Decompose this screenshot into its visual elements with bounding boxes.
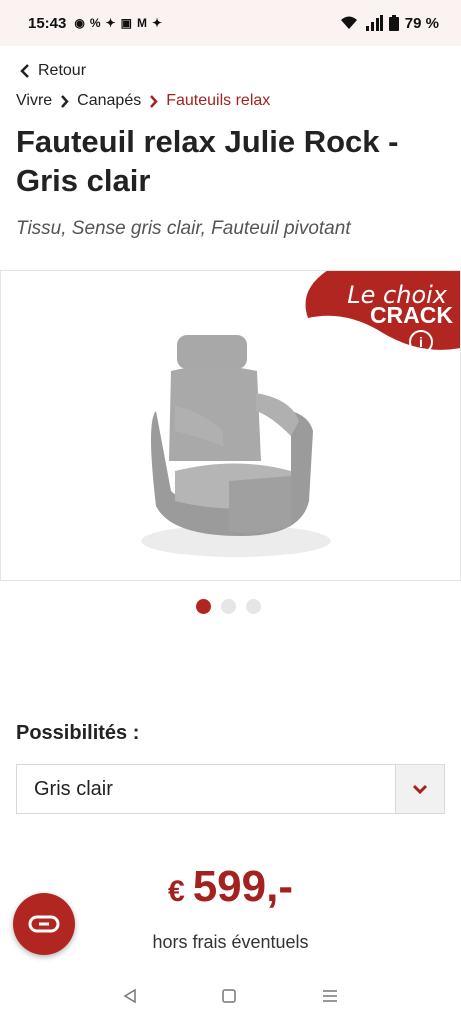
chat-button[interactable] xyxy=(13,893,75,955)
carousel-dot-2[interactable] xyxy=(221,599,236,614)
maple-leaf-icon: ✦ xyxy=(151,16,162,30)
chat-icon xyxy=(28,915,60,933)
maple-leaf-icon: ✦ xyxy=(105,16,116,30)
signal-icon xyxy=(365,15,383,31)
product-subtitle: Tissu, Sense gris clair, Fauteuil pivota… xyxy=(16,218,351,239)
carousel-dot-3[interactable] xyxy=(246,599,261,614)
armchair-image xyxy=(141,335,331,557)
price: €599,- xyxy=(0,862,461,912)
product-image-carousel[interactable]: Le choix CRACK i xyxy=(0,270,461,581)
recents-nav-icon[interactable] xyxy=(321,988,339,1004)
le-choix-crack-badge[interactable]: Le choix CRACK i xyxy=(298,271,460,356)
carousel-dots xyxy=(196,599,261,614)
color-select[interactable]: Gris clair xyxy=(16,764,445,814)
home-nav-icon[interactable] xyxy=(221,988,237,1004)
status-bar: 15:43 ◉ % ✦ ▣ M ✦ 79 % xyxy=(0,0,461,46)
chevron-down-icon xyxy=(412,784,428,794)
chevron-right-icon xyxy=(61,94,69,108)
notification-icons: ◉ % ✦ ▣ M ✦ xyxy=(74,16,162,30)
select-value: Gris clair xyxy=(34,777,113,800)
back-link[interactable]: Retour xyxy=(20,62,86,80)
select-toggle-button[interactable] xyxy=(395,765,444,813)
price-currency: € xyxy=(168,875,185,908)
messenger-icon: ◉ xyxy=(74,16,85,30)
breadcrumb-item-fauteuils-relax[interactable]: Fauteuils relax xyxy=(166,92,270,110)
chevron-left-icon xyxy=(20,64,29,78)
chevron-right-icon xyxy=(150,94,158,108)
page-title: Fauteuil relax Julie Rock - Gris clair xyxy=(16,124,399,198)
options-label: Possibilités : xyxy=(16,722,140,744)
breadcrumb: Vivre Canapés Fauteuils relax xyxy=(16,92,270,110)
android-nav-bar xyxy=(0,968,461,1024)
breadcrumb-item-canapes[interactable]: Canapés xyxy=(77,92,141,110)
badge-line2: CRACK xyxy=(369,302,453,328)
card-icon: ▣ xyxy=(120,16,132,30)
battery-icon xyxy=(388,15,399,31)
battery-level: 79 % xyxy=(404,14,439,32)
info-icon[interactable]: i xyxy=(409,330,433,354)
back-label: Retour xyxy=(38,62,87,79)
percent-icon: % xyxy=(89,16,101,30)
price-amount: 599,- xyxy=(192,862,293,911)
wifi-icon xyxy=(340,16,357,29)
back-nav-icon[interactable] xyxy=(122,988,138,1004)
carousel-dot-1[interactable] xyxy=(196,599,211,614)
breadcrumb-item-vivre[interactable]: Vivre xyxy=(16,92,52,110)
status-time: 15:43 xyxy=(28,14,67,32)
gmail-icon: M xyxy=(136,16,147,30)
